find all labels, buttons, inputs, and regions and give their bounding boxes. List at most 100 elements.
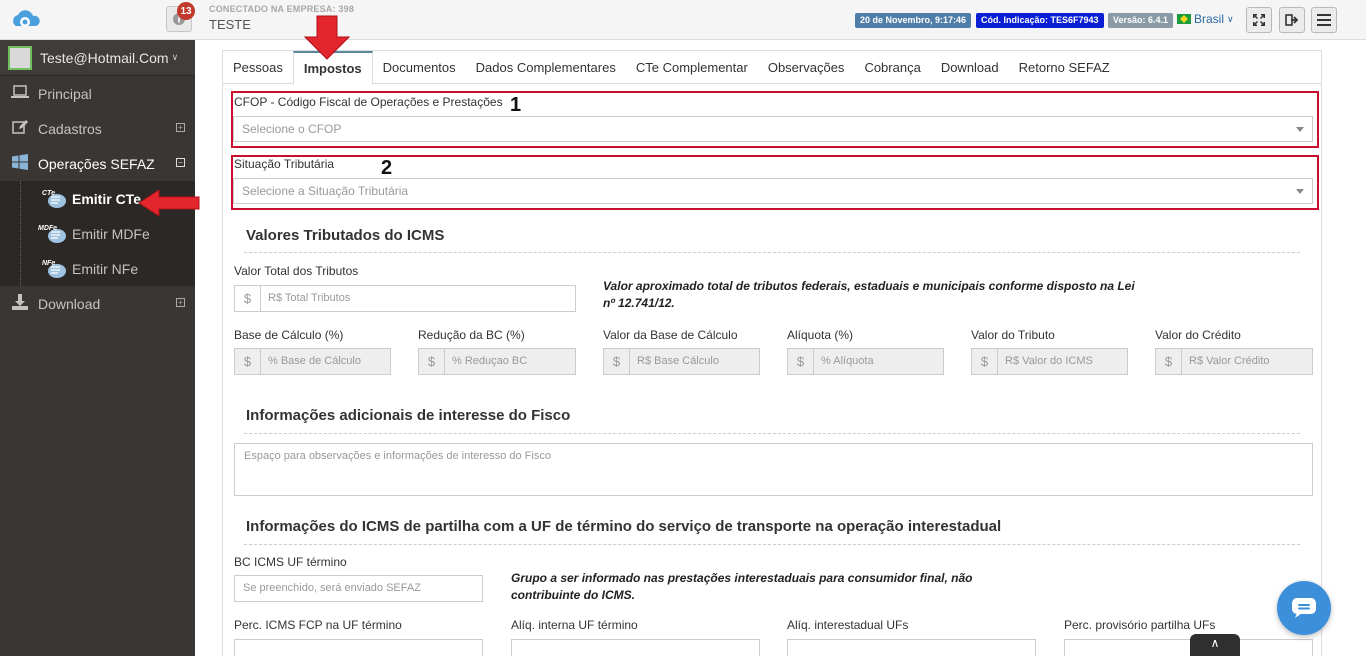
- fullscreen-button[interactable]: [1246, 7, 1272, 33]
- download-icon: [10, 294, 30, 313]
- aliq-interestadual-label: Alíq. interestadual UFs: [787, 618, 909, 632]
- sidebar-subitem-emitir-nfe[interactable]: NFe Emitir NFe: [0, 251, 195, 286]
- tab-retorno-sefaz[interactable]: Retorno SEFAZ: [1009, 51, 1120, 84]
- sidebar: Teste@Hotmail.Com ∨ Principal Cadastros …: [0, 40, 195, 656]
- dollar-icon: $: [235, 286, 261, 311]
- scroll-top-button[interactable]: ∧: [1190, 634, 1240, 656]
- valor-base-calculo-input[interactable]: $ R$ Base Cálculo: [603, 348, 760, 375]
- tab-cte-complementar[interactable]: CTe Complementar: [626, 51, 758, 84]
- sidebar-subitem-label: Emitir MDFe: [72, 225, 150, 242]
- top-header: 13 CONECTADO NA EMPRESA: 398 TESTE 20 de…: [0, 0, 1366, 40]
- logout-button[interactable]: [1279, 7, 1305, 33]
- chat-bubble-icon: [1292, 598, 1316, 618]
- total-tributos-placeholder: R$ Total Tributos: [268, 292, 351, 304]
- tab-observacoes[interactable]: Observações: [758, 51, 855, 84]
- dollar-icon: $: [419, 349, 445, 374]
- aliq-interestadual-input[interactable]: [787, 639, 1036, 656]
- expand-icon: [1253, 14, 1265, 26]
- date-badge: 20 de Novembro, 9:17:46: [855, 13, 972, 28]
- total-tributos-note: Valor aproximado total de tributos feder…: [603, 279, 1135, 310]
- perc-icms-fcp-input[interactable]: [234, 639, 483, 656]
- aliquota-label: Alíquota (%): [787, 328, 854, 342]
- dollar-icon: $: [788, 349, 814, 374]
- bc-icms-uf-input[interactable]: Se preenchido, será enviado SEFAZ: [234, 575, 483, 602]
- edit-icon: [10, 119, 30, 138]
- dollar-icon: $: [972, 349, 998, 374]
- sidebar-item-label: Principal: [38, 85, 92, 102]
- sidebar-subitem-emitir-mdfe[interactable]: MDFe Emitir MDFe: [0, 216, 195, 251]
- valor-tributo-placeholder: R$ Valor do ICMS: [1005, 355, 1093, 367]
- situacao-select[interactable]: Selecione a Situação Tributária: [233, 178, 1313, 204]
- tab-documentos[interactable]: Documentos: [373, 51, 466, 84]
- reducao-bc-placeholder: % Reduçao BC: [452, 355, 528, 367]
- cfop-select[interactable]: Selecione o CFOP: [233, 116, 1313, 142]
- fisco-placeholder: Espaço para observações e informações de…: [244, 450, 551, 462]
- expand-plus-icon[interactable]: +: [176, 123, 185, 132]
- bc-icms-uf-label: BC ICMS UF término: [234, 555, 347, 569]
- annotation-number-2: 2: [381, 157, 393, 179]
- dollar-icon: $: [1156, 349, 1182, 374]
- situacao-label: Situação Tributária: [234, 157, 335, 171]
- chevron-down-icon: ∨: [1227, 13, 1234, 24]
- fisco-textarea[interactable]: Espaço para observações e informações de…: [234, 443, 1313, 496]
- valor-credito-label: Valor do Crédito: [1155, 328, 1241, 342]
- chat-button[interactable]: [1277, 581, 1331, 635]
- valor-tributo-input[interactable]: $ R$ Valor do ICMS: [971, 348, 1128, 375]
- caret-down-icon: [1296, 189, 1304, 194]
- bc-icms-uf-placeholder: Se preenchido, será enviado SEFAZ: [243, 582, 421, 594]
- logout-icon: [1285, 14, 1299, 26]
- section-divider: [244, 252, 1300, 253]
- language-selector[interactable]: Brasil ∨: [1177, 12, 1234, 26]
- annotation-number-1: 1: [510, 94, 522, 116]
- user-email: Teste@Hotmail.Com: [40, 49, 169, 66]
- company-connection-label: CONECTADO NA EMPRESA: 398: [209, 4, 355, 14]
- chevron-down-icon: ∨: [171, 52, 179, 62]
- perc-icms-fcp-label: Perc. ICMS FCP na UF término: [234, 618, 402, 632]
- sidebar-item-download[interactable]: Download +: [0, 286, 195, 321]
- company-name: TESTE: [209, 17, 251, 32]
- user-menu[interactable]: Teste@Hotmail.Com ∨: [0, 40, 195, 76]
- total-tributos-input[interactable]: $ R$ Total Tributos: [234, 285, 576, 312]
- sidebar-item-operacoes-sefaz[interactable]: Operações SEFAZ −: [0, 146, 195, 181]
- aliq-interna-input[interactable]: [511, 639, 760, 656]
- tab-cobranca[interactable]: Cobrança: [854, 51, 930, 84]
- valor-credito-placeholder: R$ Valor Crédito: [1189, 355, 1270, 367]
- perc-provisorio-label: Perc. provisório partilha UFs: [1064, 618, 1216, 632]
- base-calculo-label: Base de Cálculo (%): [234, 328, 344, 342]
- dollar-icon: $: [235, 349, 261, 374]
- main-content: Pessoas Impostos Documentos Dados Comple…: [222, 50, 1322, 656]
- aliquota-input[interactable]: $ % Alíquota: [787, 348, 944, 375]
- partilha-section-title: Informações do ICMS de partilha com a UF…: [246, 518, 1002, 535]
- sidebar-item-cadastros[interactable]: Cadastros +: [0, 111, 195, 146]
- red-arrow-down-annotation-icon: [304, 15, 350, 60]
- mdfe-document-icon: MDFe: [38, 223, 68, 245]
- caret-down-icon: [1296, 127, 1304, 132]
- expand-plus-icon[interactable]: +: [176, 298, 185, 307]
- sidebar-item-label: Download: [38, 295, 101, 312]
- chevron-up-icon: ∧: [1210, 636, 1220, 650]
- cloud-logo-icon[interactable]: [8, 6, 44, 36]
- aliquota-placeholder: % Alíquota: [821, 355, 874, 367]
- red-arrow-left-annotation-icon: [138, 189, 200, 217]
- language-label: Brasil: [1194, 12, 1225, 26]
- sidebar-subitem-label: Emitir CTe: [72, 190, 141, 207]
- collapse-minus-icon[interactable]: −: [176, 158, 185, 167]
- version-badge: Versão: 6.4.1: [1108, 13, 1174, 28]
- reducao-bc-input[interactable]: $ % Reduçao BC: [418, 348, 576, 375]
- valor-tributo-label: Valor do Tributo: [971, 328, 1055, 342]
- valor-credito-input[interactable]: $ R$ Valor Crédito: [1155, 348, 1313, 375]
- tab-pessoas[interactable]: Pessoas: [223, 51, 293, 84]
- tab-dados-complementares[interactable]: Dados Complementares: [466, 51, 626, 84]
- sidebar-item-label: Cadastros: [38, 120, 102, 137]
- sidebar-item-principal[interactable]: Principal: [0, 76, 195, 111]
- tab-download[interactable]: Download: [931, 51, 1009, 84]
- base-calculo-input[interactable]: $ % Base de Cálculo: [234, 348, 391, 375]
- perc-provisorio-input[interactable]: [1064, 639, 1313, 656]
- aliq-interna-label: Alíq. interna UF término: [511, 618, 638, 632]
- referral-code-badge: Cód. Indicação: TES6F7943: [976, 13, 1104, 28]
- svg-text:NFe: NFe: [42, 260, 55, 267]
- total-tributos-label: Valor Total dos Tributos: [234, 264, 359, 278]
- menu-button[interactable]: [1311, 7, 1337, 33]
- cfop-label: CFOP - Código Fiscal de Operações e Pres…: [234, 95, 503, 109]
- section-divider: [244, 433, 1300, 434]
